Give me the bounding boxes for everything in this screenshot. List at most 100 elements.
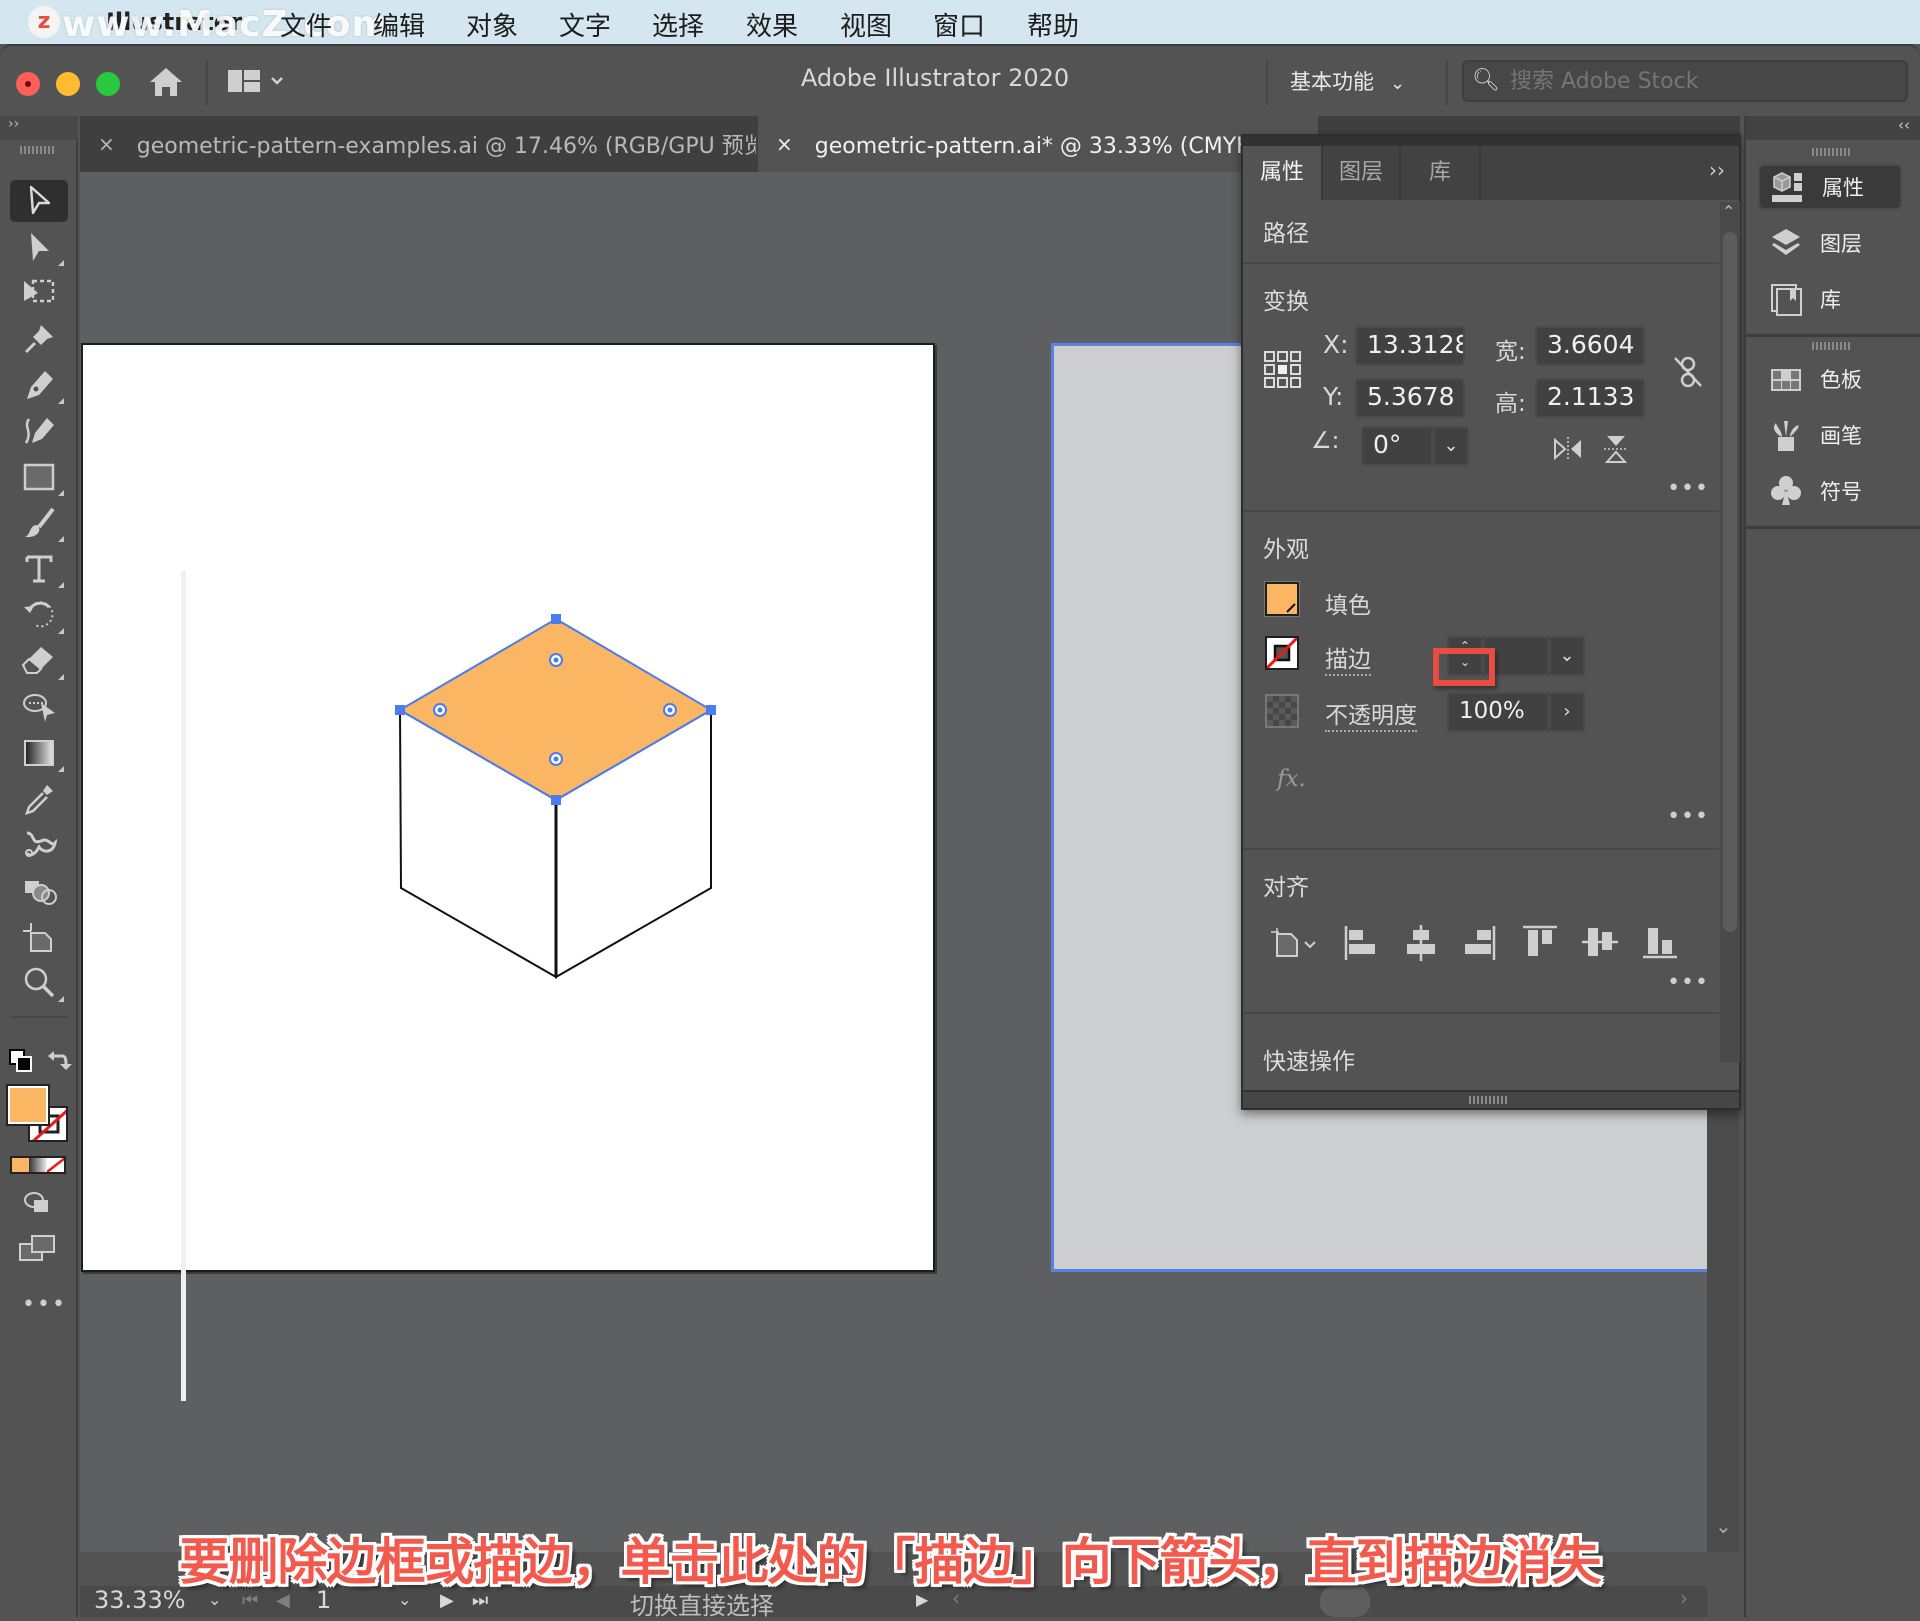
- panel-menu-icon[interactable]: ››: [1709, 158, 1725, 182]
- constrain-proportions-icon[interactable]: [1673, 354, 1703, 394]
- workspace-switcher[interactable]: 基本功能 ⌄: [1290, 66, 1405, 96]
- more-tools-icon[interactable]: •••: [22, 1292, 67, 1317]
- rotate-tool[interactable]: [10, 594, 68, 636]
- fill-stroke-swatches[interactable]: [6, 1084, 70, 1144]
- tab-properties[interactable]: 属性: [1243, 146, 1323, 200]
- draw-mode-icon[interactable]: [22, 1188, 52, 1220]
- tab-geometric-pattern-examples[interactable]: × geometric-pattern-examples.ai @ 17.46%…: [80, 116, 756, 172]
- anchor-point[interactable]: [395, 705, 405, 715]
- gradient-mode-button[interactable]: [29, 1158, 47, 1172]
- fill-label[interactable]: 填色: [1325, 586, 1371, 620]
- direct-selection-tool[interactable]: [10, 226, 68, 268]
- dock-collapse-bar[interactable]: ‹‹: [1746, 116, 1920, 140]
- stroke-label[interactable]: 描边: [1325, 640, 1371, 676]
- opacity-expand-button[interactable]: ›: [1549, 692, 1585, 732]
- dock-item-symbols[interactable]: 符号: [1758, 468, 1902, 514]
- rotate-angle-field[interactable]: 0°: [1361, 426, 1433, 466]
- type-tool[interactable]: [10, 548, 68, 590]
- shape-builder-tool[interactable]: [10, 686, 68, 728]
- gradient-tool[interactable]: [10, 732, 68, 774]
- fx-effects-button[interactable]: fx.: [1277, 766, 1306, 792]
- align-left-icon[interactable]: [1343, 924, 1379, 966]
- default-fill-stroke-icon[interactable]: [8, 1048, 34, 1078]
- search-icon[interactable]: 🔍︎: [1472, 68, 1500, 93]
- none-mode-button[interactable]: [46, 1158, 64, 1172]
- artboard-crop-tool[interactable]: [10, 916, 68, 958]
- dock-item-libraries[interactable]: 库: [1758, 276, 1902, 322]
- toolbar-collapse-bar[interactable]: ››: [0, 116, 78, 140]
- panel-grip[interactable]: [20, 146, 56, 154]
- tab-geometric-pattern[interactable]: × geometric-pattern.ai* @ 33.33% (CMYK/G…: [758, 116, 1318, 172]
- puppet-warp-tool[interactable]: [10, 318, 68, 360]
- dock-item-layers[interactable]: 图层: [1758, 220, 1902, 266]
- dock-item-properties[interactable]: 属性: [1758, 164, 1902, 210]
- more-align-options-icon[interactable]: •••: [1667, 970, 1709, 995]
- dock-grip[interactable]: [1812, 342, 1852, 350]
- align-top-icon[interactable]: [1521, 924, 1559, 964]
- menu-select[interactable]: 选择: [652, 6, 704, 43]
- screen-mode-icon[interactable]: [18, 1234, 58, 1268]
- menu-file[interactable]: 文件: [280, 6, 332, 43]
- menu-edit[interactable]: 编辑: [373, 6, 425, 43]
- panel-resize-grip[interactable]: [1469, 1096, 1509, 1104]
- swap-fill-stroke-icon[interactable]: [46, 1048, 72, 1078]
- flip-vertical-icon[interactable]: [1603, 434, 1629, 468]
- align-right-icon[interactable]: [1461, 924, 1497, 966]
- menu-effect[interactable]: 效果: [746, 6, 798, 43]
- menu-type[interactable]: 文字: [559, 6, 611, 43]
- close-tab-icon[interactable]: ×: [776, 132, 793, 156]
- curvature-tool[interactable]: [10, 410, 68, 452]
- collapse-icon[interactable]: ‹‹: [1898, 116, 1910, 134]
- rotate-angle-dropdown[interactable]: ⌄: [1433, 426, 1469, 466]
- stock-search-input[interactable]: [1510, 66, 1900, 96]
- anchor-point[interactable]: [551, 795, 561, 805]
- anchor-point[interactable]: [706, 705, 716, 715]
- align-bottom-icon[interactable]: [1641, 924, 1679, 964]
- height-field[interactable]: 2.1133 in: [1535, 378, 1645, 418]
- color-mode-button[interactable]: [12, 1158, 30, 1172]
- opacity-field[interactable]: 100%: [1447, 692, 1549, 732]
- selection-tool[interactable]: [10, 180, 68, 222]
- menu-object[interactable]: 对象: [466, 6, 518, 43]
- fill-color-swatch[interactable]: [1264, 581, 1300, 617]
- blend-tool[interactable]: [10, 824, 68, 866]
- menu-view[interactable]: 视图: [840, 6, 892, 43]
- menu-window[interactable]: 窗口: [933, 6, 985, 43]
- symbol-sprayer-tool[interactable]: [10, 870, 68, 912]
- x-position-field[interactable]: 13.3128: [1355, 326, 1465, 366]
- more-appearance-options-icon[interactable]: •••: [1667, 804, 1709, 829]
- zoom-tool[interactable]: [10, 962, 68, 1004]
- expand-icon[interactable]: ››: [8, 116, 19, 132]
- scroll-up-icon[interactable]: ⌃: [1722, 202, 1735, 221]
- width-field[interactable]: 3.6604 in: [1535, 326, 1645, 366]
- align-vertical-center-icon[interactable]: [1581, 924, 1619, 964]
- panel-scrollbar[interactable]: ⌃: [1720, 202, 1740, 1062]
- reference-point-icon[interactable]: [1263, 350, 1303, 394]
- tab-layers[interactable]: 图层: [1323, 146, 1401, 200]
- eraser-tool[interactable]: [10, 640, 68, 682]
- rectangle-tool[interactable]: [10, 456, 68, 498]
- anchor-point[interactable]: [551, 614, 561, 624]
- eyedropper-tool[interactable]: [10, 778, 68, 820]
- y-position-field[interactable]: 5.3678 i: [1355, 378, 1465, 418]
- panel-scrollbar-thumb[interactable]: [1723, 232, 1737, 932]
- panel-drag-bar[interactable]: [1243, 136, 1739, 146]
- dock-item-swatches[interactable]: 色板: [1758, 356, 1902, 402]
- more-transform-options-icon[interactable]: •••: [1667, 476, 1709, 501]
- dock-grip[interactable]: [1812, 148, 1852, 156]
- align-horizontal-center-icon[interactable]: [1403, 924, 1439, 966]
- align-to-selection-icon[interactable]: [1269, 926, 1321, 964]
- stroke-color-swatch[interactable]: [1265, 636, 1299, 670]
- paintbrush-tool[interactable]: [10, 502, 68, 544]
- tab-libraries[interactable]: 库: [1401, 146, 1481, 200]
- artboard-tool[interactable]: [10, 272, 68, 314]
- pen-tool[interactable]: [10, 364, 68, 406]
- opacity-label[interactable]: 不透明度: [1325, 696, 1417, 732]
- close-tab-icon[interactable]: ×: [98, 132, 115, 156]
- apple-logo-icon[interactable]: z: [28, 6, 60, 38]
- fill-swatch[interactable]: [6, 1084, 50, 1126]
- stock-search-box[interactable]: 🔍︎: [1462, 60, 1908, 102]
- menu-help[interactable]: 帮助: [1027, 6, 1079, 43]
- dock-item-brushes[interactable]: 画笔: [1758, 412, 1902, 458]
- flip-horizontal-icon[interactable]: [1553, 436, 1583, 466]
